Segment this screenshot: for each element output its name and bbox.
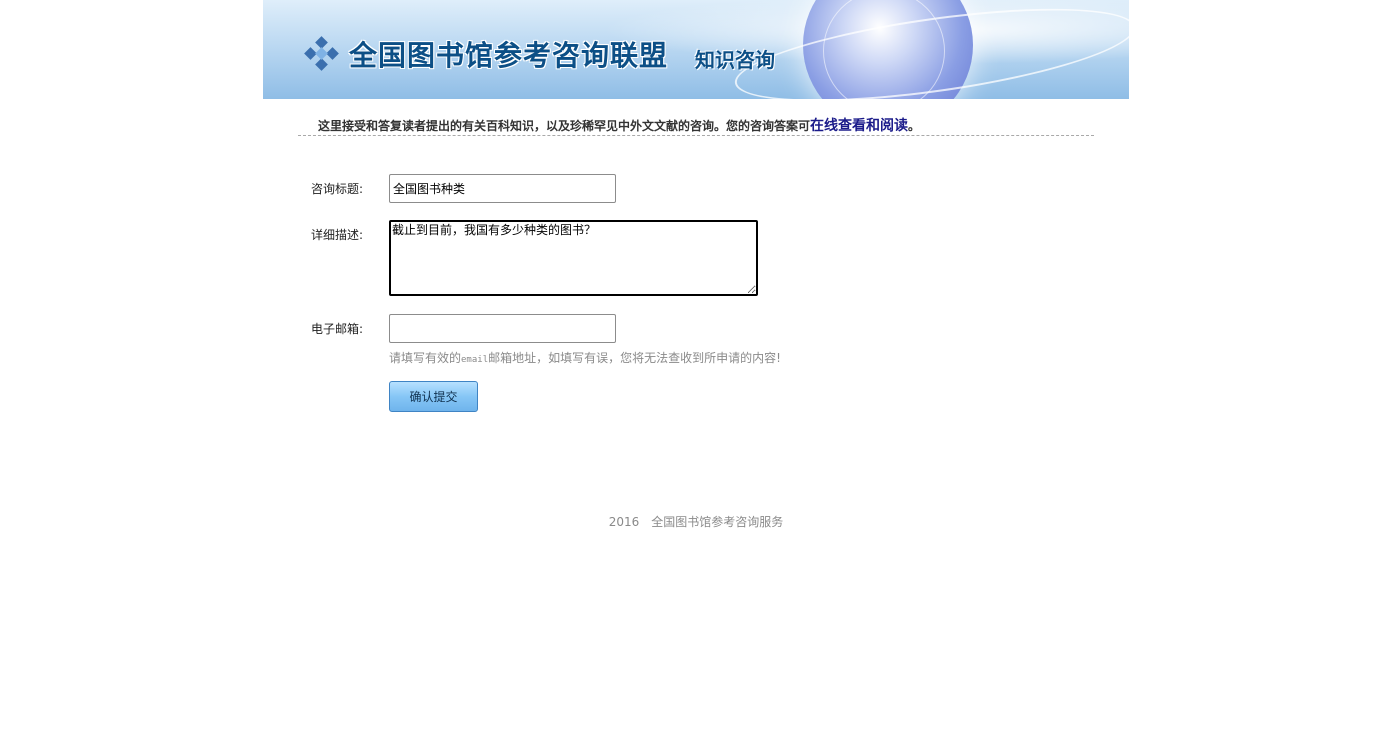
divider xyxy=(298,135,1094,136)
footer-year: 2016 xyxy=(608,515,640,529)
header-banner: 全国图书馆参考咨询联盟 知识咨询 xyxy=(263,0,1129,99)
hint-suffix: 邮箱地址，如填写有误，您将无法查收到所申请的内容! xyxy=(488,351,781,365)
title-input[interactable] xyxy=(389,174,616,203)
intro-description: 这里接受和答复读者提出的有关百科知识，以及珍稀罕见中外文文献的咨询。您的咨询答案… xyxy=(318,119,811,133)
submit-button[interactable]: 确认提交 xyxy=(389,381,478,412)
view-online-link[interactable]: 在线查看和阅读 xyxy=(810,118,908,134)
intro-end: 。 xyxy=(908,119,921,133)
hint-prefix: 请填写有效的 xyxy=(389,351,462,365)
email-label: 电子邮箱: xyxy=(311,322,364,336)
page-container: 全国图书馆参考咨询联盟 知识咨询 这里接受和答复读者提出的有关百科知识，以及珍稀… xyxy=(263,0,1129,529)
banner-title: 全国图书馆参考咨询联盟 xyxy=(349,39,669,72)
hint-email-word: email xyxy=(461,355,489,365)
description-textarea[interactable]: 截止到目前，我国有多少种类的图书？ xyxy=(389,220,758,296)
email-input[interactable] xyxy=(389,314,616,343)
footer: 2016 全国图书馆参考咨询服务 xyxy=(263,513,1129,530)
description-label: 详细描述: xyxy=(311,228,364,242)
logo-diamonds-icon xyxy=(303,36,341,76)
intro-text: 这里接受和答复读者提出的有关百科知识，以及珍稀罕见中外文文献的咨询。您的咨询答案… xyxy=(318,115,920,135)
banner-subtitle: 知识咨询 xyxy=(695,48,775,72)
email-hint: 请填写有效的email邮箱地址，如填写有误，您将无法查收到所申请的内容! xyxy=(389,349,781,366)
footer-text: 全国图书馆参考咨询服务 xyxy=(651,515,784,529)
title-label: 咨询标题: xyxy=(311,182,364,196)
